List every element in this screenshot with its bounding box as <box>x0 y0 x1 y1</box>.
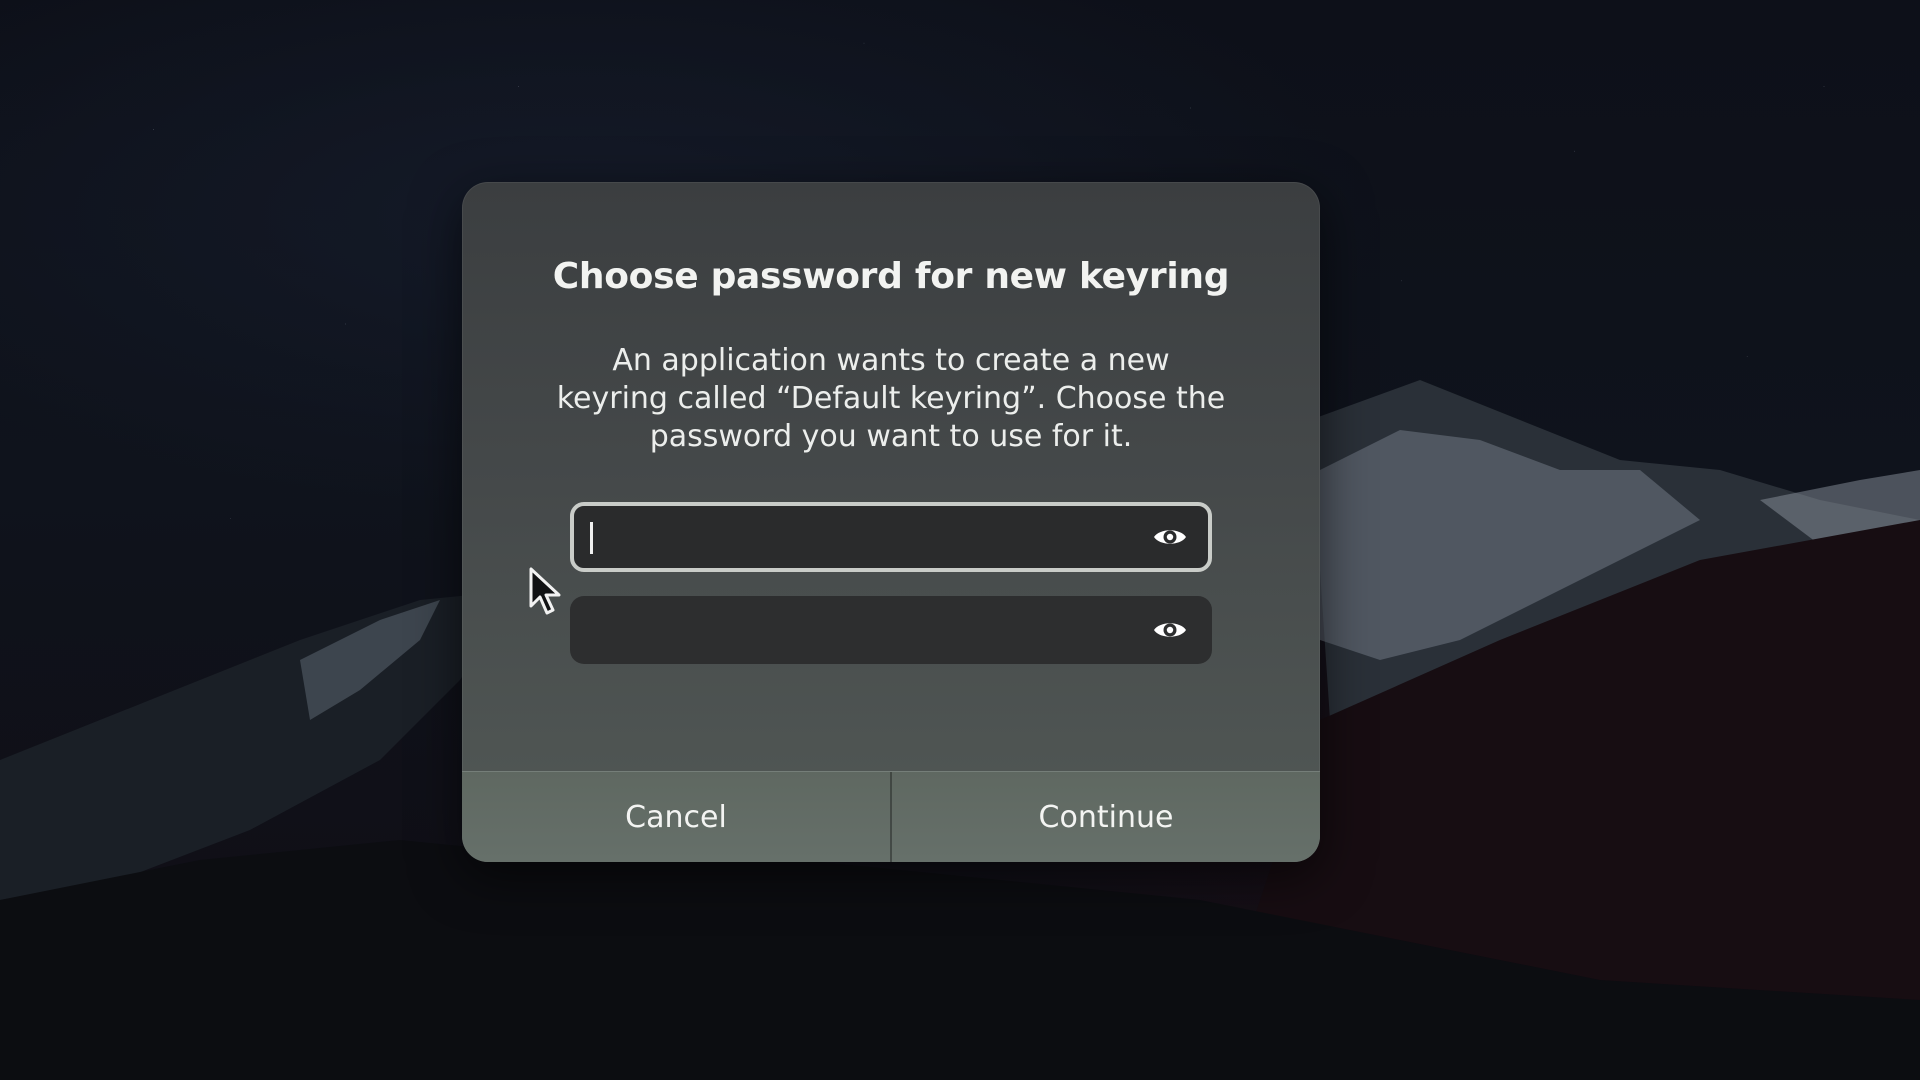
mouse-pointer-icon <box>529 567 561 615</box>
keyring-password-dialog: Choose password for new keyring An appli… <box>462 182 1320 862</box>
text-caret <box>590 522 593 554</box>
dialog-message: An application wants to create a new key… <box>556 343 1226 454</box>
cancel-button[interactable]: Cancel <box>462 772 890 862</box>
desktop-background: Choose password for new keyring An appli… <box>0 0 1920 1080</box>
confirm-password-input[interactable] <box>584 596 1124 664</box>
confirm-password-field[interactable] <box>570 596 1212 664</box>
dialog-button-bar: Cancel Continue <box>462 771 1320 862</box>
eye-icon <box>1154 623 1186 637</box>
show-confirm-password-eye-icon[interactable] <box>1150 610 1190 650</box>
continue-button[interactable]: Continue <box>892 772 1320 862</box>
password-field[interactable] <box>570 502 1212 572</box>
password-input[interactable] <box>588 506 1128 568</box>
show-password-eye-icon[interactable] <box>1150 517 1190 557</box>
dialog-title: Choose password for new keyring <box>552 256 1230 297</box>
eye-icon <box>1154 530 1186 544</box>
